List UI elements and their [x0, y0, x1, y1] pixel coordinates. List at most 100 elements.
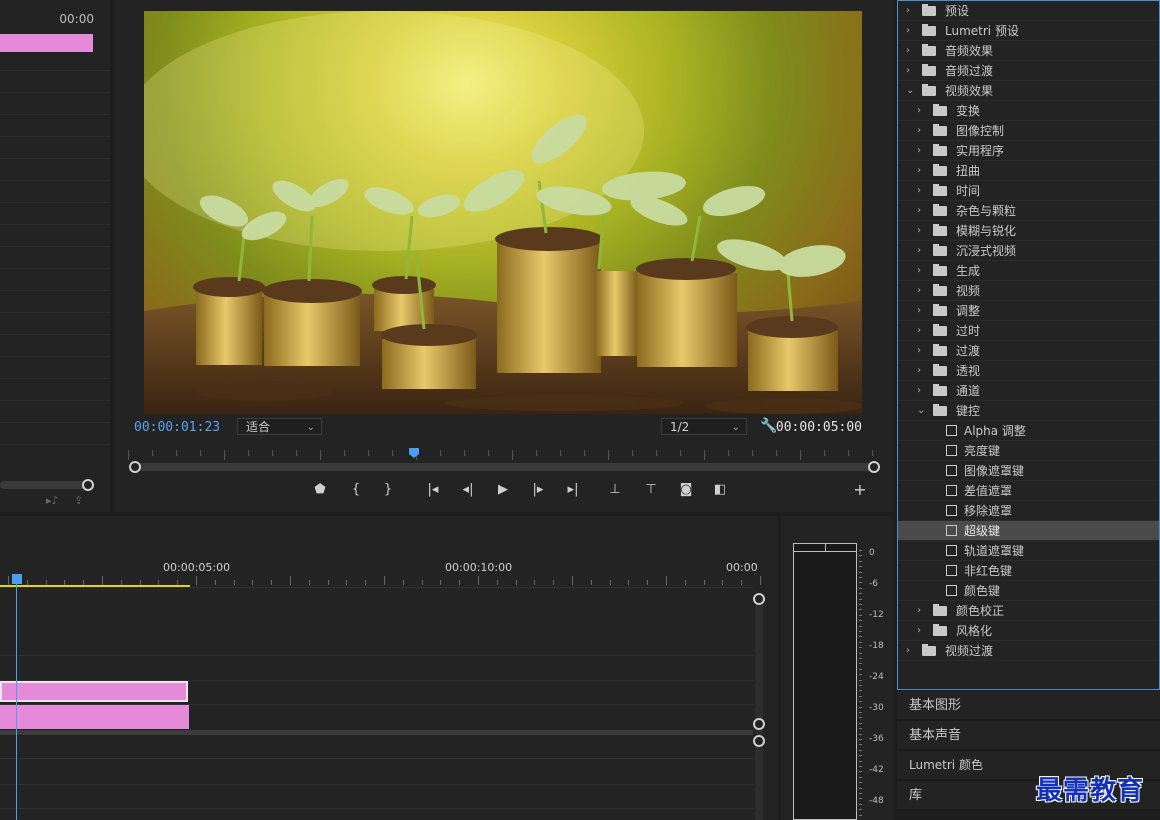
effects-folder-item[interactable]: › 通道 — [898, 381, 1159, 401]
effects-folder-item[interactable]: › 图像控制 — [898, 121, 1159, 141]
effect-item[interactable]: 超级键 — [898, 521, 1159, 541]
chevron-right-icon[interactable]: › — [917, 261, 921, 281]
video-clip[interactable] — [0, 681, 188, 702]
program-video-frame[interactable] — [144, 11, 862, 414]
chevron-right-icon[interactable]: › — [917, 161, 921, 181]
go-to-in-icon[interactable]: |◂ — [423, 482, 443, 497]
wrench-icon[interactable]: 🔧 — [760, 418, 777, 434]
effect-item[interactable]: 轨道遮罩键 — [898, 541, 1159, 561]
tab-essential-graphics[interactable]: 基本图形 — [897, 690, 1160, 719]
chevron-right-icon[interactable]: › — [917, 141, 921, 161]
scroll-handle[interactable] — [753, 735, 765, 747]
scrub-end-handle[interactable] — [868, 461, 880, 473]
chevron-right-icon[interactable]: › — [906, 41, 910, 61]
chevron-right-icon[interactable]: › — [917, 621, 921, 641]
scroll-handle[interactable] — [753, 718, 765, 730]
chevron-down-icon[interactable]: ⌄ — [917, 401, 925, 421]
video-clip-lower[interactable] — [0, 705, 189, 729]
effect-item[interactable]: 差值遮罩 — [898, 481, 1159, 501]
timeline-playhead-line[interactable] — [16, 584, 17, 820]
ruler-tick — [214, 580, 216, 585]
chevron-right-icon[interactable]: › — [906, 641, 910, 661]
effects-folder-item[interactable]: › 透视 — [898, 361, 1159, 381]
effects-folder-item[interactable]: › 沉浸式视频 — [898, 241, 1159, 261]
effects-folder-item[interactable]: › 音频过渡 — [898, 61, 1159, 81]
current-timecode[interactable]: 00:00:01:23 — [134, 420, 220, 435]
step-forward-icon[interactable]: |▸ — [528, 482, 548, 497]
scroll-handle[interactable] — [753, 593, 765, 605]
mark-out-icon[interactable]: } — [378, 482, 398, 497]
effects-folder-item[interactable]: › 音频效果 — [898, 41, 1159, 61]
effect-item[interactable]: 非红色键 — [898, 561, 1159, 581]
effect-item[interactable]: 图像遮罩键 — [898, 461, 1159, 481]
chevron-right-icon[interactable]: › — [917, 281, 921, 301]
effects-folder-item[interactable]: › 过渡 — [898, 341, 1159, 361]
add-button-icon[interactable]: + — [850, 480, 870, 499]
effects-folder-item[interactable]: › 预设 — [898, 1, 1159, 21]
effects-folder-item[interactable]: › 杂色与颗粒 — [898, 201, 1159, 221]
chevron-right-icon[interactable]: › — [917, 341, 921, 361]
effects-folder-item[interactable]: › 模糊与锐化 — [898, 221, 1159, 241]
effect-item[interactable]: 亮度键 — [898, 441, 1159, 461]
scrub-start-handle[interactable] — [129, 461, 141, 473]
chevron-right-icon[interactable]: › — [906, 21, 910, 41]
play-icon[interactable]: ▶ — [493, 482, 513, 497]
program-time-ruler[interactable] — [128, 444, 874, 460]
meter-tick — [859, 749, 862, 751]
effects-folder-item[interactable]: › 实用程序 — [898, 141, 1159, 161]
chevron-down-icon[interactable]: ⌄ — [906, 81, 914, 101]
video-audio-divider[interactable] — [0, 730, 753, 735]
chevron-right-icon[interactable]: › — [917, 361, 921, 381]
effect-item[interactable]: 移除遮罩 — [898, 501, 1159, 521]
camera-icon[interactable]: ◙ — [676, 482, 696, 497]
effects-folder-item[interactable]: › 调整 — [898, 301, 1159, 321]
fit-select[interactable]: 适合 ⌄ — [237, 418, 322, 435]
effects-folder-item[interactable]: › 变换 — [898, 101, 1159, 121]
step-back-icon[interactable]: ◂| — [458, 482, 478, 497]
extract-icon[interactable]: ⊤ — [641, 482, 661, 497]
effects-folder-item[interactable]: › 颜色校正 — [898, 601, 1159, 621]
chevron-right-icon[interactable]: › — [906, 1, 910, 21]
effect-item[interactable]: 颜色键 — [898, 581, 1159, 601]
chevron-right-icon[interactable]: › — [917, 221, 921, 241]
insert-audio-icon[interactable]: ▸♪ — [46, 494, 59, 507]
add-marker-icon[interactable]: ⬟ — [310, 482, 330, 497]
effects-folder-item[interactable]: › 视频 — [898, 281, 1159, 301]
chevron-right-icon[interactable]: › — [917, 241, 921, 261]
export-icon[interactable]: ⇪ — [74, 494, 83, 507]
chevron-right-icon[interactable]: › — [906, 61, 910, 81]
compare-view-icon[interactable]: ◧ — [710, 482, 730, 497]
effects-folder-item[interactable]: › 过时 — [898, 321, 1159, 341]
folder-icon — [933, 104, 947, 116]
chevron-right-icon[interactable]: › — [917, 181, 921, 201]
program-scrub-bar[interactable] — [134, 463, 874, 471]
effects-folder-item[interactable]: › 视频过渡 — [898, 641, 1159, 661]
timeline-vertical-scrollbar[interactable] — [755, 596, 763, 820]
chevron-right-icon[interactable]: › — [917, 601, 921, 621]
effects-folder-item[interactable]: › Lumetri 预设 — [898, 21, 1159, 41]
chevron-right-icon[interactable]: › — [917, 101, 921, 121]
source-clip-bar[interactable] — [0, 34, 93, 52]
effects-folder-item[interactable]: › 时间 — [898, 181, 1159, 201]
effect-item[interactable]: Alpha 调整 — [898, 421, 1159, 441]
chevron-right-icon[interactable]: › — [917, 121, 921, 141]
timeline-ruler[interactable] — [0, 574, 761, 585]
go-to-out-icon[interactable]: ▸| — [563, 482, 583, 497]
chevron-right-icon[interactable]: › — [917, 201, 921, 221]
effects-folder-item[interactable]: ⌄ 键控 — [898, 401, 1159, 421]
source-scrollbar[interactable] — [0, 481, 88, 489]
effects-folder-item[interactable]: › 风格化 — [898, 621, 1159, 641]
meter-tick — [859, 587, 862, 589]
effects-folder-item[interactable]: ⌄ 视频效果 — [898, 81, 1159, 101]
tab-essential-sound[interactable]: 基本声音 — [897, 720, 1160, 749]
source-scroll-knob[interactable] — [82, 479, 94, 491]
lift-icon[interactable]: ⊥ — [605, 482, 625, 497]
chevron-right-icon[interactable]: › — [917, 321, 921, 341]
effects-folder-item[interactable]: › 生成 — [898, 261, 1159, 281]
resolution-select[interactable]: 1/2 ⌄ — [661, 418, 747, 435]
chevron-right-icon[interactable]: › — [917, 301, 921, 321]
timeline-playhead-handle[interactable] — [12, 574, 22, 584]
effects-folder-item[interactable]: › 扭曲 — [898, 161, 1159, 181]
chevron-right-icon[interactable]: › — [917, 381, 921, 401]
mark-in-icon[interactable]: { — [346, 482, 366, 497]
